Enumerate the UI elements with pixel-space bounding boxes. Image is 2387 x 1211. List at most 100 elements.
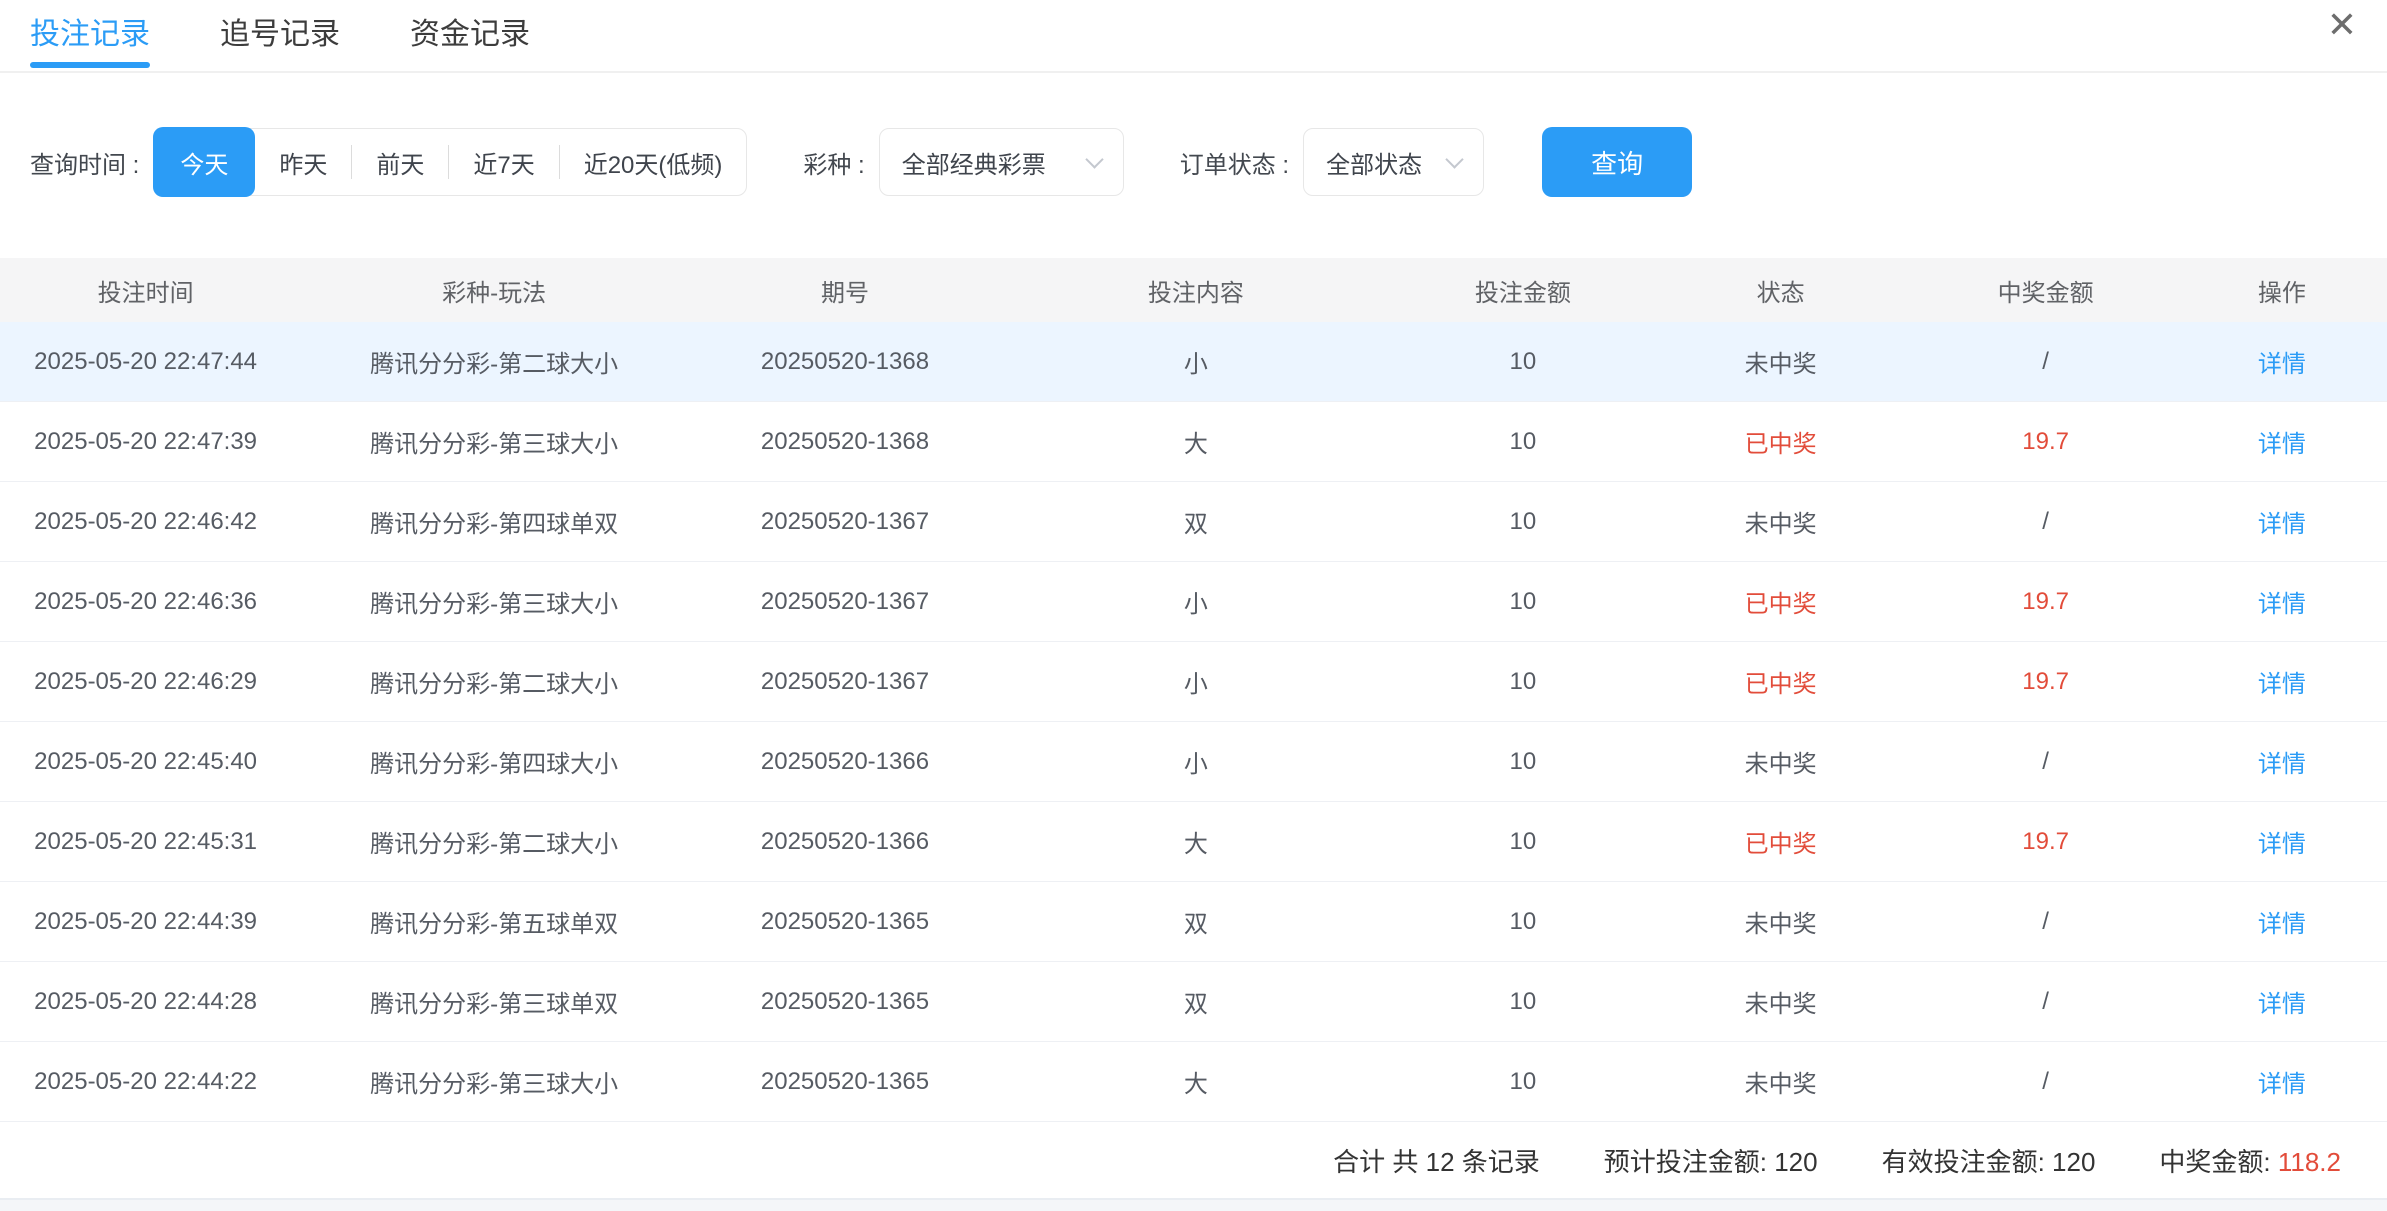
tab-0[interactable]: 投注记录 xyxy=(30,0,150,71)
active-tab-underline xyxy=(30,62,150,68)
detail-link[interactable]: 详情 xyxy=(2258,351,2306,378)
cell-lottery-play: 腾讯分分彩-第三球大小 xyxy=(291,424,697,459)
lottery-filter-label: 彩种 : xyxy=(803,145,864,180)
cell-action: 详情 xyxy=(2177,984,2387,1019)
column-header: 中奖金额 xyxy=(1914,273,2177,308)
cell-bet-content: 大 xyxy=(993,1064,1399,1099)
cell-prize: 19.7 xyxy=(1914,428,2177,456)
cell-bet-content: 大 xyxy=(993,424,1399,459)
table-row: 2025-05-20 22:44:22腾讯分分彩-第三球大小20250520-1… xyxy=(0,1042,2387,1122)
column-header: 操作 xyxy=(2177,273,2387,308)
cell-status: 已中奖 xyxy=(1647,424,1914,459)
table-row: 2025-05-20 22:46:36腾讯分分彩-第三球大小20250520-1… xyxy=(0,562,2387,642)
tab-1[interactable]: 追号记录 xyxy=(220,0,340,71)
cell-prize: / xyxy=(1914,908,2177,936)
cell-status: 未中奖 xyxy=(1647,984,1914,1019)
detail-link[interactable]: 详情 xyxy=(2258,911,2306,938)
table-row: 2025-05-20 22:47:39腾讯分分彩-第三球大小20250520-1… xyxy=(0,402,2387,482)
time-filter-label: 查询时间 : xyxy=(30,145,139,180)
cell-bet-content: 小 xyxy=(993,664,1399,699)
cell-lottery-play: 腾讯分分彩-第二球大小 xyxy=(291,824,697,859)
cell-bet-content: 大 xyxy=(993,824,1399,859)
detail-link[interactable]: 详情 xyxy=(2258,511,2306,538)
cell-action: 详情 xyxy=(2177,824,2387,859)
cell-lottery-play: 腾讯分分彩-第五球单双 xyxy=(291,904,697,939)
tab-2[interactable]: 资金记录 xyxy=(410,0,530,71)
cell-status: 未中奖 xyxy=(1647,344,1914,379)
table-body: 2025-05-20 22:47:44腾讯分分彩-第二球大小20250520-1… xyxy=(0,322,2387,1122)
cell-issue: 20250520-1365 xyxy=(697,988,993,1016)
cell-lottery-play: 腾讯分分彩-第三球大小 xyxy=(291,1064,697,1099)
cell-bet-time: 2025-05-20 22:46:42 xyxy=(0,508,291,536)
table-row: 2025-05-20 22:44:28腾讯分分彩-第三球单双20250520-1… xyxy=(0,962,2387,1042)
cell-bet-time: 2025-05-20 22:45:31 xyxy=(0,828,291,856)
summary-valid-amount: 有效投注金额: 120 xyxy=(1882,1142,2096,1179)
cell-bet-content: 双 xyxy=(993,504,1399,539)
cell-issue: 20250520-1367 xyxy=(697,668,993,696)
chevron-down-icon xyxy=(1085,150,1103,168)
detail-link[interactable]: 详情 xyxy=(2258,671,2306,698)
cell-action: 详情 xyxy=(2177,584,2387,619)
cell-bet-amount: 10 xyxy=(1399,588,1647,616)
cell-status: 已中奖 xyxy=(1647,584,1914,619)
cell-bet-time: 2025-05-20 22:45:40 xyxy=(0,748,291,776)
cell-issue: 20250520-1368 xyxy=(697,428,993,456)
search-button[interactable]: 查询 xyxy=(1542,127,1692,197)
chevron-down-icon xyxy=(1445,150,1463,168)
cell-bet-time: 2025-05-20 22:47:44 xyxy=(0,348,291,376)
detail-link[interactable]: 详情 xyxy=(2258,1071,2306,1098)
detail-link[interactable]: 详情 xyxy=(2258,751,2306,778)
summary-bar: 合计 共 12 条记录 预计投注金额: 120 有效投注金额: 120 中奖金额… xyxy=(0,1122,2387,1198)
table-row: 2025-05-20 22:46:42腾讯分分彩-第四球单双20250520-1… xyxy=(0,482,2387,562)
cell-action: 详情 xyxy=(2177,744,2387,779)
time-option-4[interactable]: 近20天(低频) xyxy=(560,128,747,196)
detail-link[interactable]: 详情 xyxy=(2258,431,2306,458)
cell-bet-content: 双 xyxy=(993,984,1399,1019)
cell-bet-amount: 10 xyxy=(1399,988,1647,1016)
cell-bet-time: 2025-05-20 22:44:28 xyxy=(0,988,291,1016)
cell-lottery-play: 腾讯分分彩-第二球大小 xyxy=(291,664,697,699)
summary-win-amount: 中奖金额: 118.2 xyxy=(2159,1142,2341,1179)
cell-bet-content: 小 xyxy=(993,744,1399,779)
cell-action: 详情 xyxy=(2177,664,2387,699)
cell-issue: 20250520-1366 xyxy=(697,828,993,856)
cell-bet-amount: 10 xyxy=(1399,908,1647,936)
cell-bet-amount: 10 xyxy=(1399,1068,1647,1096)
cell-issue: 20250520-1365 xyxy=(697,1068,993,1096)
close-icon[interactable]: ✕ xyxy=(2327,0,2357,44)
time-option-3[interactable]: 近7天 xyxy=(449,128,558,196)
summary-expected-amount: 预计投注金额: 120 xyxy=(1604,1142,1818,1179)
bottom-strip xyxy=(0,1200,2387,1211)
cell-prize: / xyxy=(1914,748,2177,776)
cell-bet-time: 2025-05-20 22:44:22 xyxy=(0,1068,291,1096)
cell-status: 未中奖 xyxy=(1647,1064,1914,1099)
column-header: 彩种-玩法 xyxy=(291,273,697,308)
detail-link[interactable]: 详情 xyxy=(2258,991,2306,1018)
cell-status: 未中奖 xyxy=(1647,904,1914,939)
column-header: 状态 xyxy=(1647,273,1914,308)
lottery-select-value: 全部经典彩票 xyxy=(902,145,1046,180)
summary-total: 合计 共 12 条记录 xyxy=(1333,1142,1540,1179)
cell-bet-time: 2025-05-20 22:46:36 xyxy=(0,588,291,616)
time-option-1[interactable]: 昨天 xyxy=(255,128,351,196)
order-status-value: 全部状态 xyxy=(1326,145,1422,180)
cell-prize: / xyxy=(1914,348,2177,376)
table-row: 2025-05-20 22:45:40腾讯分分彩-第四球大小20250520-1… xyxy=(0,722,2387,802)
tab-bar-tabs: 投注记录追号记录资金记录 xyxy=(30,0,530,71)
cell-lottery-play: 腾讯分分彩-第四球单双 xyxy=(291,504,697,539)
detail-link[interactable]: 详情 xyxy=(2258,591,2306,618)
detail-link[interactable]: 详情 xyxy=(2258,831,2306,858)
time-option-2[interactable]: 前天 xyxy=(352,128,448,196)
time-option-0[interactable]: 今天 xyxy=(153,127,255,197)
cell-prize: / xyxy=(1914,988,2177,1016)
table-header: 投注时间彩种-玩法期号投注内容投注金额状态中奖金额操作 xyxy=(0,258,2387,322)
cell-bet-content: 小 xyxy=(993,584,1399,619)
summary-win-value: 118.2 xyxy=(2278,1147,2341,1177)
order-status-select[interactable]: 全部状态 xyxy=(1303,128,1484,196)
cell-action: 详情 xyxy=(2177,904,2387,939)
cell-bet-time: 2025-05-20 22:47:39 xyxy=(0,428,291,456)
filter-bar: 查询时间 : 今天昨天前天近7天近20天(低频) 彩种 : 全部经典彩票 订单状… xyxy=(0,128,2387,196)
cell-status: 已中奖 xyxy=(1647,664,1914,699)
lottery-select[interactable]: 全部经典彩票 xyxy=(879,128,1124,196)
cell-bet-amount: 10 xyxy=(1399,828,1647,856)
